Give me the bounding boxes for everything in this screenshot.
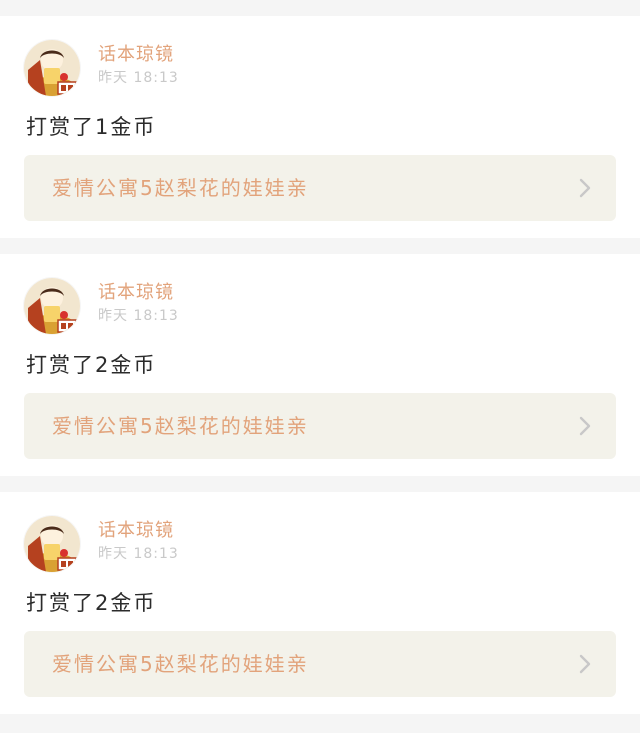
reward-card: 话本琼镜 昨天 18:13 打赏了1金币 爱情公寓5赵梨花的娃娃亲 bbox=[0, 16, 640, 238]
avatar-icon[interactable] bbox=[24, 516, 80, 572]
chevron-right-icon bbox=[579, 416, 591, 436]
timestamp: 昨天 18:13 bbox=[98, 70, 179, 86]
story-link-title: 爱情公寓5赵梨花的娃娃亲 bbox=[52, 652, 309, 676]
reward-card: 话本琼镜 昨天 18:13 打赏了2金币 爱情公寓5赵梨花的娃娃亲 bbox=[0, 492, 640, 714]
timestamp: 昨天 18:13 bbox=[98, 308, 179, 324]
username[interactable]: 话本琼镜 bbox=[98, 520, 174, 542]
avatar-icon[interactable] bbox=[24, 40, 80, 96]
reward-card: 话本琼镜 昨天 18:13 打赏了2金币 爱情公寓5赵梨花的娃娃亲 bbox=[0, 254, 640, 476]
reward-message: 打赏了1金币 bbox=[26, 115, 157, 139]
story-link[interactable]: 爱情公寓5赵梨花的娃娃亲 bbox=[24, 631, 616, 697]
story-link[interactable]: 爱情公寓5赵梨花的娃娃亲 bbox=[24, 155, 616, 221]
avatar-icon[interactable] bbox=[24, 278, 80, 334]
reward-message: 打赏了2金币 bbox=[26, 353, 157, 377]
chevron-right-icon bbox=[579, 178, 591, 198]
story-link-title: 爱情公寓5赵梨花的娃娃亲 bbox=[52, 414, 309, 438]
timestamp: 昨天 18:13 bbox=[98, 546, 179, 562]
story-link[interactable]: 爱情公寓5赵梨花的娃娃亲 bbox=[24, 393, 616, 459]
chevron-right-icon bbox=[579, 654, 591, 674]
reward-feed: 话本琼镜 昨天 18:13 打赏了1金币 爱情公寓5赵梨花的娃娃亲 话本琼镜 昨… bbox=[0, 0, 640, 733]
reward-message: 打赏了2金币 bbox=[26, 591, 157, 615]
story-link-title: 爱情公寓5赵梨花的娃娃亲 bbox=[52, 176, 309, 200]
username[interactable]: 话本琼镜 bbox=[98, 44, 174, 66]
username[interactable]: 话本琼镜 bbox=[98, 282, 174, 304]
